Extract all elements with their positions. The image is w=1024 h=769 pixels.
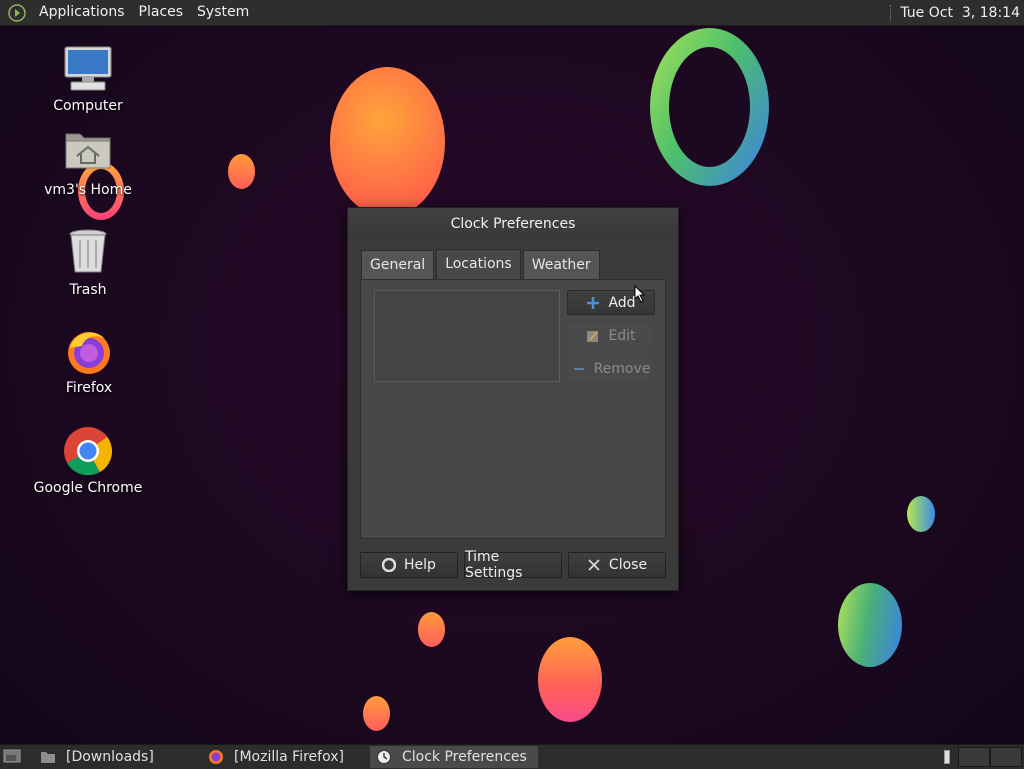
dialog-titlebar[interactable]: Clock Preferences (348, 208, 678, 240)
task-label: [Downloads] (66, 749, 154, 765)
close-button[interactable]: Close (568, 552, 666, 578)
wallpaper-ring-large (650, 28, 769, 186)
help-button[interactable]: Help (360, 552, 458, 578)
home-folder-icon (63, 128, 113, 178)
folder-icon (40, 749, 56, 765)
desktop-icon-label: Computer (53, 98, 123, 114)
task-label: Clock Preferences (402, 749, 527, 765)
wallpaper-green-dot (907, 496, 935, 532)
edit-icon (586, 329, 600, 343)
desktop-icon-home[interactable]: vm3's Home (28, 128, 148, 198)
workspace-2[interactable] (990, 747, 1022, 767)
close-button-label: Close (608, 557, 648, 573)
desktop-icon-label: Trash (69, 282, 107, 298)
time-settings-button-label: Time Settings (465, 549, 523, 581)
help-icon (381, 557, 397, 573)
wallpaper-green-ellipse (838, 583, 902, 667)
trash-icon (63, 228, 113, 278)
desktop-icon-trash[interactable]: Trash (28, 228, 148, 298)
help-button-label: Help (404, 557, 436, 573)
menu-places[interactable]: Places (132, 0, 191, 25)
menu-applications[interactable]: Applications (32, 0, 132, 25)
wallpaper-orange-dot-3 (363, 696, 390, 731)
show-desktop-icon[interactable] (3, 748, 21, 764)
locations-tab-page: Add Edit Remove (360, 279, 666, 539)
edit-button-label: Edit (608, 327, 636, 344)
task-label: [Mozilla Firefox] (234, 749, 344, 765)
close-icon (587, 558, 601, 572)
task-firefox[interactable]: [Mozilla Firefox] (202, 746, 368, 768)
firefox-icon (208, 749, 224, 765)
wallpaper-orange-ellipse (330, 67, 445, 217)
tab-locations[interactable]: Locations (436, 249, 521, 279)
panel-handle[interactable] (890, 4, 894, 21)
desktop-icon-label: Google Chrome (33, 480, 143, 496)
menu-system[interactable]: System (190, 0, 256, 25)
desktop-icon-label: Firefox (65, 380, 113, 396)
minus-icon (572, 362, 586, 376)
wallpaper-orange-ellipse-2 (538, 637, 602, 722)
plus-icon (586, 296, 600, 310)
chrome-icon (63, 426, 113, 476)
desktop-icon-computer[interactable]: Computer (28, 44, 148, 114)
top-panel: Applications Places System Tue Oct 3, 18… (0, 0, 1024, 26)
task-clock-preferences[interactable]: Clock Preferences (370, 746, 538, 768)
desktop-icon-label: vm3's Home (44, 182, 132, 198)
wallpaper-orange-dot-2 (418, 612, 445, 647)
panel-clock[interactable]: Tue Oct 3, 18:14 (900, 5, 1020, 21)
tab-general[interactable]: General (361, 250, 435, 279)
clock-preferences-dialog: Clock Preferences General Locations Weat… (347, 207, 679, 591)
desktop-icon-chrome[interactable]: Google Chrome (28, 426, 148, 496)
workspace-1[interactable] (958, 747, 990, 767)
edit-button[interactable]: Edit (567, 323, 655, 348)
tab-bar: General Locations Weather (361, 249, 602, 279)
locations-list[interactable] (374, 290, 560, 382)
time-settings-button[interactable]: Time Settings (464, 549, 562, 581)
bottom-panel: [Downloads] [Mozilla Firefox] Clock Pref… (0, 744, 1024, 769)
remove-button[interactable]: Remove (567, 356, 655, 381)
firefox-icon (64, 326, 114, 376)
task-downloads[interactable]: [Downloads] (34, 746, 194, 768)
mouse-pointer-icon (634, 285, 646, 303)
wallpaper-orange-dot (228, 154, 255, 189)
desktop-icon-firefox[interactable]: Firefox (29, 326, 149, 396)
dialog-title: Clock Preferences (450, 216, 576, 232)
add-button-label: Add (608, 294, 636, 311)
remove-button-label: Remove (593, 360, 651, 377)
computer-icon (63, 44, 113, 94)
clock-icon (376, 749, 392, 765)
menu-logo-icon[interactable] (8, 3, 26, 22)
workspace-indicator-icon[interactable] (944, 750, 950, 764)
tab-weather[interactable]: Weather (522, 250, 600, 279)
